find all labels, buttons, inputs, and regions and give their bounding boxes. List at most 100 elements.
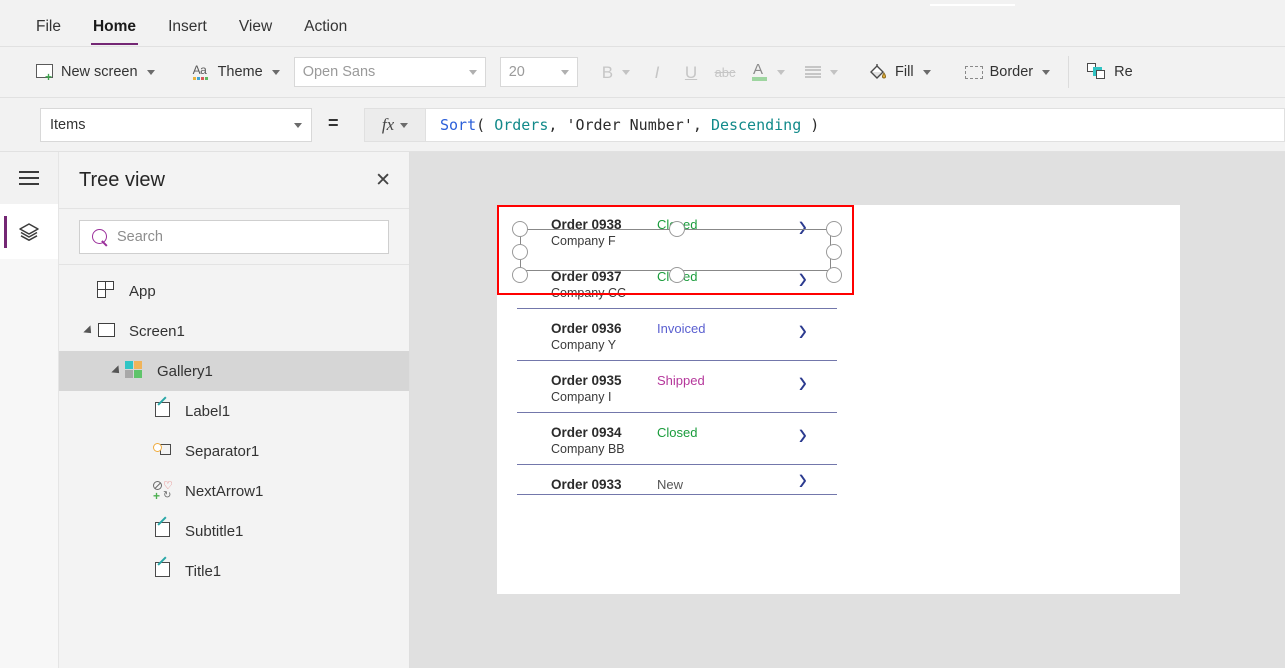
resize-handle-top-center[interactable] xyxy=(669,221,685,237)
reorder-label: Re xyxy=(1114,64,1133,80)
italic-button[interactable]: I xyxy=(640,47,674,97)
resize-handle-top-right[interactable] xyxy=(826,221,842,237)
font-size-value: 20 xyxy=(508,64,525,80)
new-screen-button[interactable]: + New screen xyxy=(26,47,165,97)
strikethrough-icon: abc xyxy=(714,64,736,80)
fill-button[interactable]: Fill xyxy=(858,47,941,97)
label-icon xyxy=(153,516,175,541)
tree-node-title1[interactable]: Title1 xyxy=(59,551,409,591)
row-status: Shipped xyxy=(657,373,705,388)
resize-handle-middle-left[interactable] xyxy=(512,244,528,260)
hamburger-button[interactable] xyxy=(0,152,58,204)
menu-item-home[interactable]: Home xyxy=(90,14,139,45)
tree-node-nextarrow1[interactable]: ♡ + ↻ NextArrow1 xyxy=(59,471,409,511)
app-icon xyxy=(97,281,119,301)
gallery-row[interactable]: Order 0936 Company Y Invoiced › xyxy=(517,309,837,361)
property-select[interactable]: Items xyxy=(40,108,312,142)
tree-node-label: Title1 xyxy=(185,562,222,580)
underline-button[interactable]: U xyxy=(674,47,708,97)
screen-icon xyxy=(97,321,119,341)
tree-node-label: Gallery1 xyxy=(157,362,213,380)
selection-box[interactable] xyxy=(497,205,854,295)
gallery-icon xyxy=(125,361,147,381)
font-family-select[interactable]: Open Sans xyxy=(293,57,486,87)
row-title: Order 0935 xyxy=(551,373,622,388)
next-arrow-icon[interactable]: › xyxy=(799,418,807,450)
chevron-down-icon xyxy=(777,69,786,75)
bold-button[interactable]: B xyxy=(592,47,640,97)
resize-handle-middle-right[interactable] xyxy=(826,244,842,260)
tree-node-gallery1[interactable]: Gallery1 xyxy=(59,351,409,391)
menu-item-file[interactable]: File xyxy=(34,14,63,40)
next-arrow-icon[interactable]: › xyxy=(799,314,807,346)
rail-tab-tree-view[interactable] xyxy=(0,204,58,259)
top-strip-artifact xyxy=(930,4,1015,6)
formula-input[interactable]: Sort( Orders, 'Order Number', Descending… xyxy=(426,108,1285,142)
formula-token: Orders xyxy=(494,116,549,134)
resize-handle-bottom-right[interactable] xyxy=(826,267,842,283)
gallery-row[interactable]: Order 0933 New › xyxy=(517,463,837,495)
gallery-row[interactable]: Order 0934 Company BB Closed › xyxy=(517,413,837,465)
chevron-down-icon xyxy=(468,69,477,75)
underline-icon: U xyxy=(684,62,698,82)
theme-label: Theme xyxy=(217,64,263,80)
fx-icon: fx xyxy=(381,115,395,134)
formula-token: 'Order Number' xyxy=(566,116,693,134)
menu-item-action[interactable]: Action xyxy=(302,14,349,40)
theme-button[interactable]: Aa Theme xyxy=(183,47,290,97)
chevron-down-icon xyxy=(271,69,280,75)
next-arrow-icon[interactable]: › xyxy=(799,366,807,398)
formula-token: , xyxy=(692,116,711,134)
next-arrow-icon[interactable]: › xyxy=(799,463,807,495)
tree-node-subtitle1[interactable]: Subtitle1 xyxy=(59,511,409,551)
formula-token: ( xyxy=(476,116,495,134)
chevron-down-icon xyxy=(294,122,302,128)
close-icon[interactable]: ✕ xyxy=(375,171,391,190)
chevron-down-icon xyxy=(1042,69,1051,75)
tree-node-app[interactable]: App xyxy=(59,271,409,311)
app-screen-canvas[interactable]: Order 0938Company FClosed›Order 0937Comp… xyxy=(497,205,1180,594)
left-rail xyxy=(0,152,59,668)
fx-button[interactable]: fx xyxy=(364,108,426,142)
tree-node-label: Label1 xyxy=(185,402,231,420)
resize-handle-top-left[interactable] xyxy=(512,221,528,237)
equals-sign: = xyxy=(328,113,339,133)
row-separator xyxy=(517,494,837,495)
formula-token: Sort xyxy=(440,116,477,134)
menu-item-insert[interactable]: Insert xyxy=(166,14,209,40)
tree-node-separator1[interactable]: Separator1 xyxy=(59,431,409,471)
align-left-icon xyxy=(805,66,822,78)
gallery-row[interactable]: Order 0935 Company I Shipped › xyxy=(517,361,837,413)
tree-node-list: App Screen1 Gallery1 Label1 Separator1 ♡ + ↻ Nex… xyxy=(59,265,409,591)
layers-icon xyxy=(19,222,39,241)
chevron-down-icon xyxy=(111,365,123,377)
menu-item-view[interactable]: View xyxy=(237,14,274,40)
ribbon-divider xyxy=(1068,56,1070,88)
font-color-button[interactable]: A xyxy=(742,47,795,97)
resize-handle-bottom-left[interactable] xyxy=(512,267,528,283)
search-input[interactable]: Search xyxy=(79,219,389,254)
expand-toggle[interactable] xyxy=(109,365,125,377)
row-title: Order 0933 xyxy=(551,477,622,492)
tree-node-label1[interactable]: Label1 xyxy=(59,391,409,431)
resize-handle-bottom-center[interactable] xyxy=(669,267,685,283)
hamburger-icon xyxy=(19,171,39,185)
border-button[interactable]: Border xyxy=(955,47,1061,97)
expand-toggle[interactable] xyxy=(81,325,97,337)
tree-view-header: Tree view ✕ xyxy=(59,152,409,209)
row-subtitle: Company Y xyxy=(551,338,617,352)
row-status: Closed xyxy=(657,425,698,440)
row-subtitle: Company I xyxy=(551,390,612,404)
row-status: New xyxy=(657,477,684,492)
row-subtitle: Company BB xyxy=(551,442,625,456)
nextarrow-icon: ♡ + ↻ xyxy=(153,480,173,503)
strikethrough-button[interactable]: abc xyxy=(708,47,742,97)
tree-node-screen1[interactable]: Screen1 xyxy=(59,311,409,351)
reorder-button[interactable]: Re xyxy=(1077,47,1143,97)
chevron-down-icon xyxy=(922,69,931,75)
label-icon xyxy=(153,396,175,421)
align-button[interactable] xyxy=(795,47,848,97)
font-size-select[interactable]: 20 xyxy=(499,57,578,87)
bold-icon: B xyxy=(601,62,614,82)
chevron-down-icon xyxy=(622,69,631,75)
